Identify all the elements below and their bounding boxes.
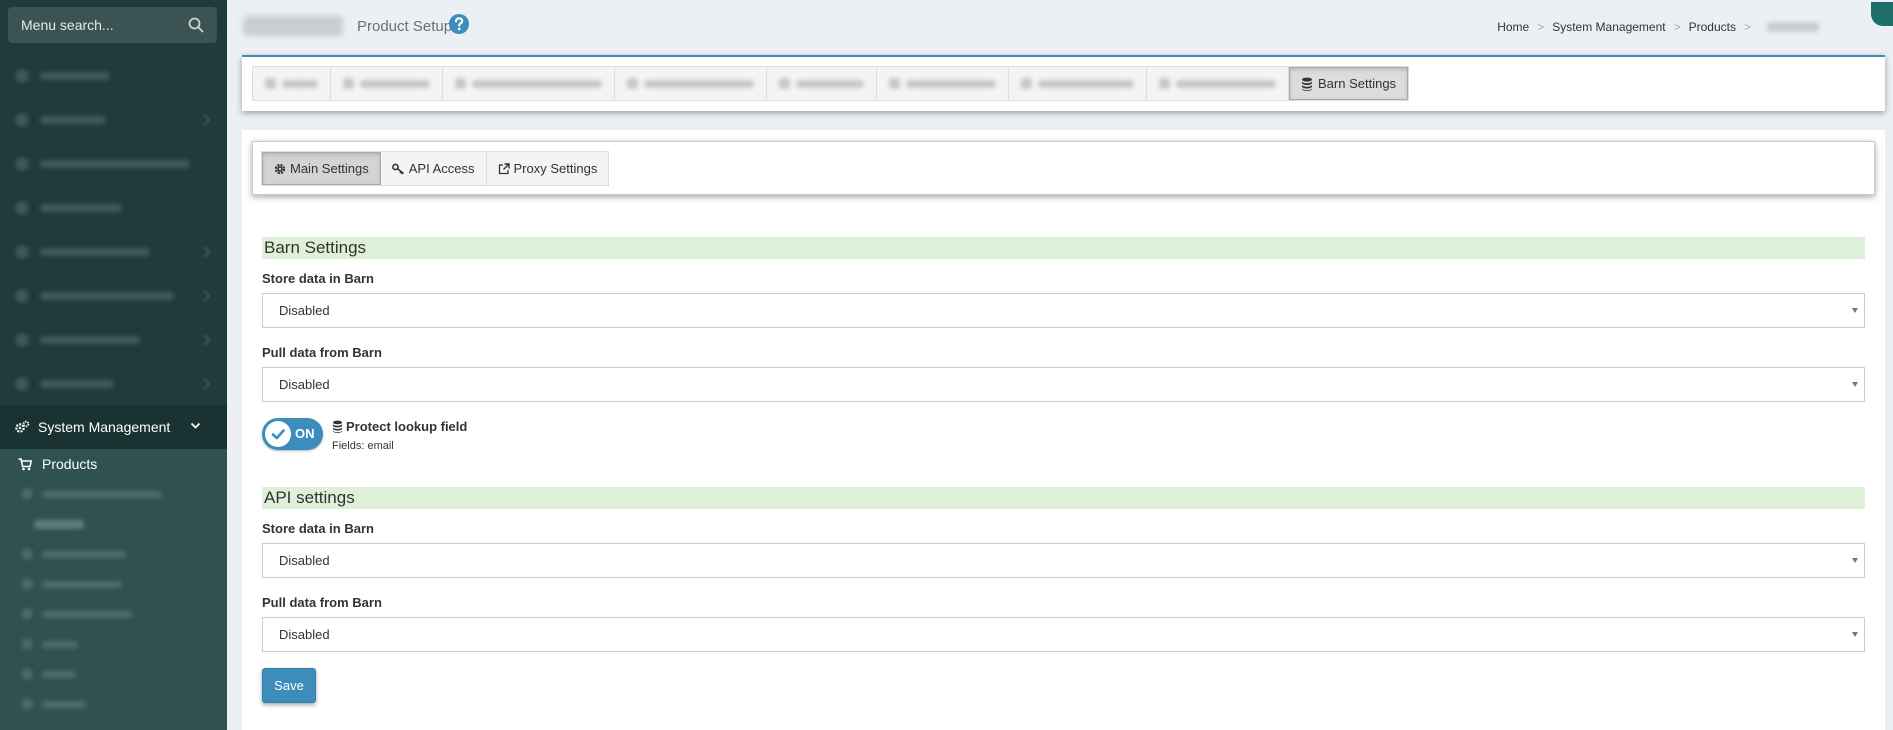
api-store-data-select[interactable]: Disabled [262, 543, 1865, 578]
chevron-icon [199, 114, 211, 126]
gear-icon [274, 163, 286, 174]
sidebar-item-system-management[interactable]: System Management [0, 405, 227, 449]
sidebar-item-label: Products [42, 456, 98, 472]
tab-label: Main Settings [290, 161, 369, 176]
barn-store-data-select[interactable]: Disabled [262, 293, 1865, 328]
select-value: Disabled [279, 553, 330, 568]
dropdown-arrow-icon [1852, 382, 1858, 387]
sidebar: Menu search... System Management Product… [0, 0, 227, 730]
product-tabs: Barn Settings [252, 66, 1410, 101]
select-value: Disabled [279, 627, 330, 642]
page-header: Product Setup Home > System Management >… [227, 0, 1893, 52]
page-title [243, 16, 343, 36]
tab[interactable] [443, 67, 615, 100]
cogs-icon [15, 420, 30, 433]
section-header-api-settings: API settings [262, 487, 1865, 509]
sidebar-subitem[interactable] [0, 659, 227, 689]
sidebar-item[interactable] [0, 186, 227, 230]
dropdown-arrow-icon [1852, 558, 1858, 563]
tab-barn-settings[interactable]: Barn Settings [1289, 67, 1409, 100]
tab[interactable] [615, 67, 767, 100]
breadcrumb-products[interactable]: Products [1689, 20, 1736, 34]
settings-subtabs-box: Main Settings API Access Proxy Settings [252, 141, 1875, 195]
chevron-icon [199, 246, 211, 258]
sidebar-item-label: System Management [38, 419, 171, 435]
database-icon [1302, 77, 1312, 91]
sidebar-subitem[interactable] [0, 509, 227, 539]
sidebar-item[interactable] [0, 98, 227, 142]
field-label: Pull data from Barn [262, 345, 382, 360]
dropdown-arrow-icon [1852, 632, 1858, 637]
field-label: Store data in Barn [262, 521, 374, 536]
protect-label-text: Protect lookup field [346, 419, 468, 434]
select-value: Disabled [279, 377, 330, 392]
field-label: Store data in Barn [262, 271, 374, 286]
tab[interactable] [1009, 67, 1147, 100]
barn-pull-data-select[interactable]: Disabled [262, 367, 1865, 402]
shopping-cart-icon [18, 457, 32, 470]
chevron-icon [199, 378, 211, 390]
sidebar-subitem[interactable] [0, 539, 227, 569]
protect-fields-text: Fields: email [332, 440, 394, 452]
tab[interactable] [253, 67, 331, 100]
sidebar-subitem[interactable] [0, 479, 227, 509]
key-icon [391, 163, 404, 175]
tab[interactable] [331, 67, 443, 100]
breadcrumb-system-management[interactable]: System Management [1552, 20, 1665, 34]
select-value: Disabled [279, 303, 330, 318]
sidebar-item[interactable] [0, 318, 227, 362]
sidebar-menu [0, 54, 227, 406]
database-icon [332, 420, 343, 433]
chevron-icon [199, 334, 211, 346]
menu-search-placeholder: Menu search... [21, 17, 114, 33]
breadcrumb: Home > System Management > Products > [1497, 20, 1819, 34]
tab-label: Barn Settings [1318, 76, 1397, 91]
tab-label: Proxy Settings [513, 161, 598, 176]
menu-search-input[interactable]: Menu search... [8, 7, 217, 43]
sidebar-item[interactable] [0, 142, 227, 186]
sidebar-item[interactable] [0, 230, 227, 274]
tab-label: API Access [408, 161, 475, 176]
chevron-down-icon [190, 422, 201, 429]
sidebar-item[interactable] [0, 274, 227, 318]
api-pull-data-select[interactable]: Disabled [262, 617, 1865, 652]
sidebar-subitem[interactable] [0, 599, 227, 629]
dropdown-arrow-icon [1852, 308, 1858, 313]
sidebar-item-products[interactable]: Products [0, 449, 227, 479]
page-subtitle: Product Setup [357, 18, 453, 35]
sidebar-item[interactable] [0, 362, 227, 406]
sidebar-subitem[interactable] [0, 689, 227, 719]
product-tabs-bar: Barn Settings [242, 55, 1885, 111]
breadcrumb-home[interactable]: Home [1497, 20, 1529, 34]
tab-api-access[interactable]: API Access [380, 152, 487, 185]
field-label: Pull data from Barn [262, 595, 382, 610]
external-link-icon [498, 162, 510, 174]
tab[interactable] [877, 67, 1009, 100]
sidebar-subitem[interactable] [0, 569, 227, 599]
tab[interactable] [1147, 67, 1289, 100]
protect-lookup-toggle[interactable]: ON [262, 418, 323, 450]
section-header-barn-settings: Barn Settings [262, 237, 1865, 259]
tab-main-settings[interactable]: Main Settings [262, 152, 381, 185]
breadcrumb-current [1767, 22, 1819, 32]
tab[interactable] [767, 67, 877, 100]
search-icon[interactable] [187, 16, 205, 34]
help-icon[interactable] [448, 13, 470, 35]
toggle-knob [265, 421, 291, 447]
save-button[interactable]: Save [262, 668, 316, 703]
toggle-state-label: ON [295, 426, 315, 441]
settings-subtabs: Main Settings API Access Proxy Settings [261, 151, 610, 186]
chevron-icon [199, 290, 211, 302]
tab-proxy-settings[interactable]: Proxy Settings [486, 152, 609, 185]
barn-settings-panel: Main Settings API Access Proxy Settings … [242, 130, 1885, 730]
avatar[interactable] [1871, 2, 1893, 26]
system-management-submenu: Products [0, 449, 227, 730]
check-icon [271, 429, 285, 440]
sidebar-item[interactable] [0, 54, 227, 98]
protect-lookup-label: Protect lookup field [332, 419, 467, 434]
sidebar-subitem[interactable] [0, 629, 227, 659]
